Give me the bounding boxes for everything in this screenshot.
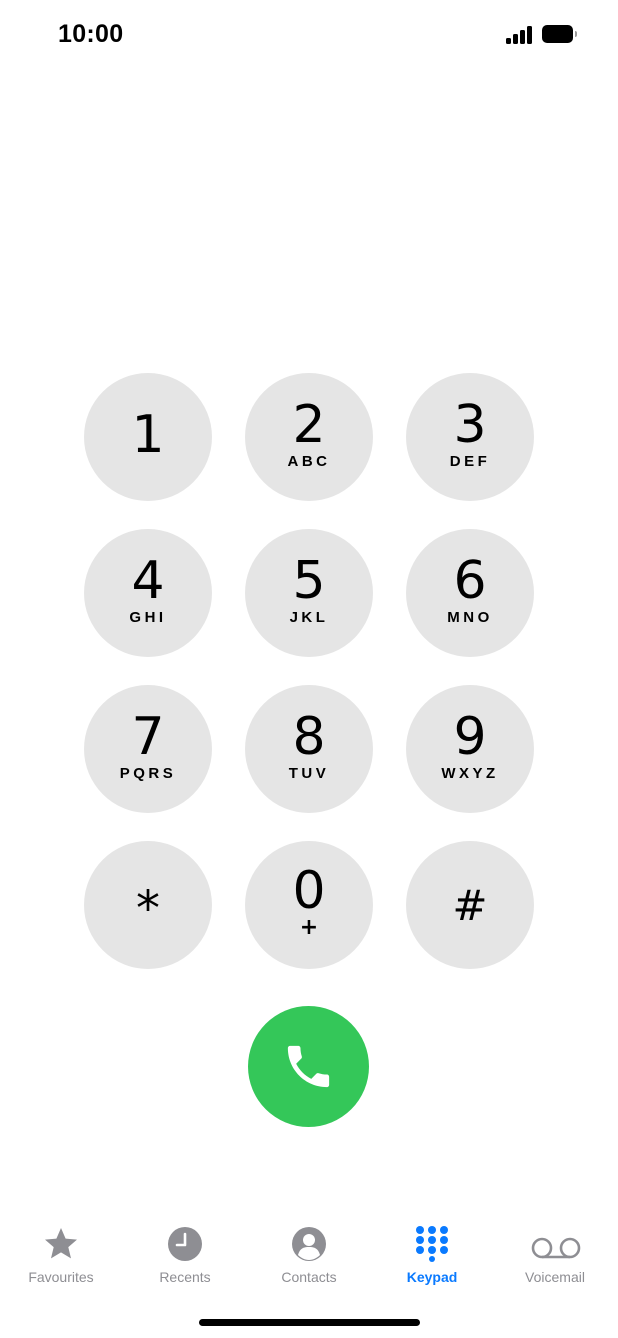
key-6[interactable]: 6 MNO	[406, 529, 534, 657]
key-digit: 4	[131, 551, 165, 611]
key-digit: 1	[131, 405, 165, 465]
home-indicator[interactable]	[199, 1319, 420, 1326]
tab-keypad[interactable]: Keypad	[377, 1222, 487, 1286]
key-digit: 8	[292, 707, 326, 767]
key-digit: 0	[292, 861, 326, 921]
key-5[interactable]: 5 JKL	[245, 529, 373, 657]
keypad-grid-icon	[416, 1226, 448, 1262]
key-digit: 2	[292, 395, 326, 455]
key-1[interactable]: 1	[84, 373, 212, 501]
tab-label: Contacts	[281, 1269, 337, 1285]
key-4[interactable]: 4 GHI	[84, 529, 212, 657]
key-letters: DEF	[449, 453, 491, 470]
cellular-signal-icon	[506, 26, 534, 44]
key-letters: WXYZ	[441, 765, 499, 782]
battery-full-icon	[542, 25, 577, 43]
key-star[interactable]: *	[84, 841, 212, 969]
tab-label: Keypad	[406, 1269, 458, 1285]
key-digit: 7	[131, 707, 165, 767]
key-hash[interactable]: #	[406, 841, 534, 969]
key-0[interactable]: 0 +	[245, 841, 373, 969]
key-letters: ABC	[287, 453, 331, 470]
phone-screen: 10:00 1 2 ABC 3 DEF 4 GHI 5 JKL 6 MNO 7 …	[0, 0, 618, 1338]
clock-icon	[168, 1227, 202, 1261]
key-digit: 5	[292, 551, 326, 611]
key-digit: 3	[453, 395, 487, 455]
key-digit: #	[452, 881, 488, 930]
tab-label: Voicemail	[525, 1269, 585, 1285]
key-letters: MNO	[447, 609, 493, 626]
tab-voicemail[interactable]: Voicemail	[500, 1222, 610, 1286]
status-time: 10:00	[58, 20, 124, 48]
tab-contacts[interactable]: Contacts	[254, 1222, 364, 1286]
key-letters: +	[299, 915, 319, 940]
key-3[interactable]: 3 DEF	[406, 373, 534, 501]
key-letters: JKL	[289, 609, 329, 626]
key-7[interactable]: 7 PQRS	[84, 685, 212, 813]
status-bar: 10:00	[0, 0, 618, 70]
tab-label: Recents	[159, 1269, 211, 1285]
tab-bar: Favourites Recents Contacts Keypad Voice…	[0, 1222, 618, 1292]
key-letters: PQRS	[119, 765, 177, 782]
key-letters: TUV	[288, 765, 330, 782]
key-digit: *	[136, 881, 160, 937]
tab-label: Favourites	[28, 1269, 94, 1285]
key-digit: 6	[453, 551, 487, 611]
person-circle-icon	[292, 1227, 326, 1261]
tab-favourites[interactable]: Favourites	[6, 1222, 116, 1286]
key-8[interactable]: 8 TUV	[245, 685, 373, 813]
key-letters: GHI	[129, 609, 167, 626]
key-2[interactable]: 2 ABC	[245, 373, 373, 501]
tab-recents[interactable]: Recents	[130, 1222, 240, 1286]
phone-icon	[287, 1045, 330, 1088]
star-icon	[45, 1228, 77, 1259]
voicemail-icon	[531, 1237, 581, 1259]
key-digit: 9	[453, 707, 487, 767]
key-9[interactable]: 9 WXYZ	[406, 685, 534, 813]
call-button[interactable]	[248, 1006, 369, 1127]
